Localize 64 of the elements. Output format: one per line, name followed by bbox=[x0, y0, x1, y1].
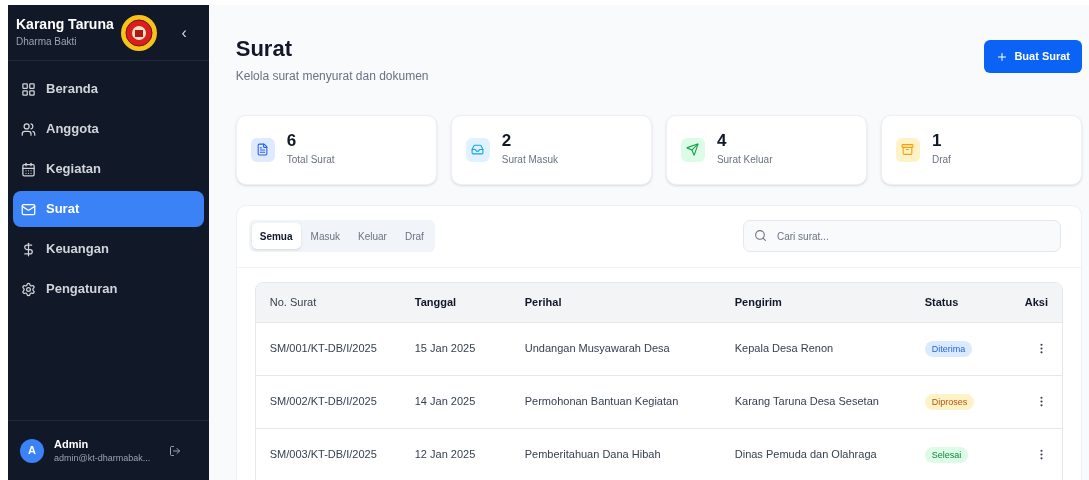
settings-icon bbox=[21, 281, 36, 297]
table-cell-text: Dinas Pemuda dan Olahraga bbox=[734, 447, 878, 463]
table-cell-text: SM/003/KT-DB/I/2025 bbox=[269, 447, 378, 463]
status-badge: Diproses bbox=[924, 394, 975, 411]
stat-label: Total Surat bbox=[286, 153, 335, 167]
column-header: Tanggal bbox=[414, 294, 458, 310]
create-letter-button[interactable]: Buat Surat bbox=[984, 40, 1082, 73]
nav-item[interactable]: Keuangan bbox=[13, 231, 204, 267]
plus-icon bbox=[996, 50, 1009, 63]
stat-label: Surat Masuk bbox=[501, 153, 558, 167]
stat-value: 4 bbox=[716, 132, 728, 149]
stat-value: 6 bbox=[286, 132, 298, 149]
stat-label: Draf bbox=[931, 153, 951, 167]
grid-icon bbox=[21, 81, 36, 97]
filter-tab[interactable]: Draf bbox=[396, 223, 432, 249]
table-cell-text: 15 Jan 2025 bbox=[414, 341, 477, 357]
stat-value: 1 bbox=[931, 132, 943, 149]
app-subtitle: Dharma Bakti bbox=[16, 34, 78, 49]
status-badge: Diterima bbox=[924, 341, 973, 358]
stat-label: Surat Keluar bbox=[716, 153, 773, 167]
document-icon bbox=[250, 137, 275, 162]
mail-icon bbox=[21, 201, 36, 217]
table-cell-text: Undangan Musyawarah Desa bbox=[524, 341, 671, 357]
logo-icon bbox=[119, 13, 158, 52]
nav-item[interactable]: Anggota bbox=[13, 111, 204, 147]
column-header: Perihal bbox=[524, 294, 563, 310]
column-header: Aksi bbox=[1024, 294, 1048, 310]
column-header: Status bbox=[924, 294, 960, 310]
dollar-icon bbox=[21, 241, 36, 257]
filter-tab[interactable]: Masuk bbox=[302, 223, 348, 249]
nav-item[interactable]: Pengaturan bbox=[13, 271, 204, 307]
collapse-button[interactable]: ‹ bbox=[181, 20, 187, 45]
column-header: Pengirim bbox=[734, 294, 783, 310]
table-cell-text: Kepala Desa Renon bbox=[734, 341, 835, 357]
send-icon bbox=[680, 137, 705, 162]
table-cell-text: 14 Jan 2025 bbox=[414, 394, 477, 410]
search-icon bbox=[754, 229, 767, 242]
filter-tab[interactable]: Semua bbox=[251, 223, 301, 249]
table-cell-text: Permohonan Bantuan Kegiatan bbox=[524, 394, 680, 410]
table-cell-text: SM/001/KT-DB/I/2025 bbox=[269, 341, 378, 357]
search-field[interactable]: Cari surat... bbox=[743, 220, 1061, 252]
archive-icon bbox=[895, 137, 920, 162]
logout-icon bbox=[168, 444, 181, 457]
user-email: admin@kt-dharmabak... bbox=[54, 452, 151, 465]
column-header: No. Surat bbox=[269, 294, 318, 310]
stat-value: 2 bbox=[501, 132, 513, 149]
table-cell-text: 12 Jan 2025 bbox=[414, 447, 477, 463]
users-icon bbox=[21, 121, 36, 137]
filter-tab[interactable]: Keluar bbox=[350, 223, 395, 249]
user-name: Admin bbox=[54, 436, 90, 452]
table-cell-text: SM/002/KT-DB/I/2025 bbox=[269, 394, 378, 410]
avatar: A bbox=[20, 438, 44, 463]
app-title: Karang Taruna bbox=[16, 16, 114, 34]
nav-item[interactable]: Beranda bbox=[13, 71, 204, 107]
calendar-icon bbox=[21, 161, 36, 177]
logout-button[interactable] bbox=[168, 444, 181, 457]
nav-item[interactable]: Surat bbox=[13, 191, 204, 227]
table-cell-text: Pemberitahuan Dana Hibah bbox=[524, 447, 662, 463]
page-subtitle: Kelola surat menyurat dan dokumen bbox=[235, 67, 429, 85]
table-cell-text: Karang Taruna Desa Sesetan bbox=[734, 394, 880, 410]
nav-item[interactable]: Kegiatan bbox=[13, 151, 204, 187]
page-title: Surat bbox=[235, 35, 293, 63]
status-badge: Selesai bbox=[924, 447, 969, 464]
inbox-icon bbox=[465, 137, 490, 162]
